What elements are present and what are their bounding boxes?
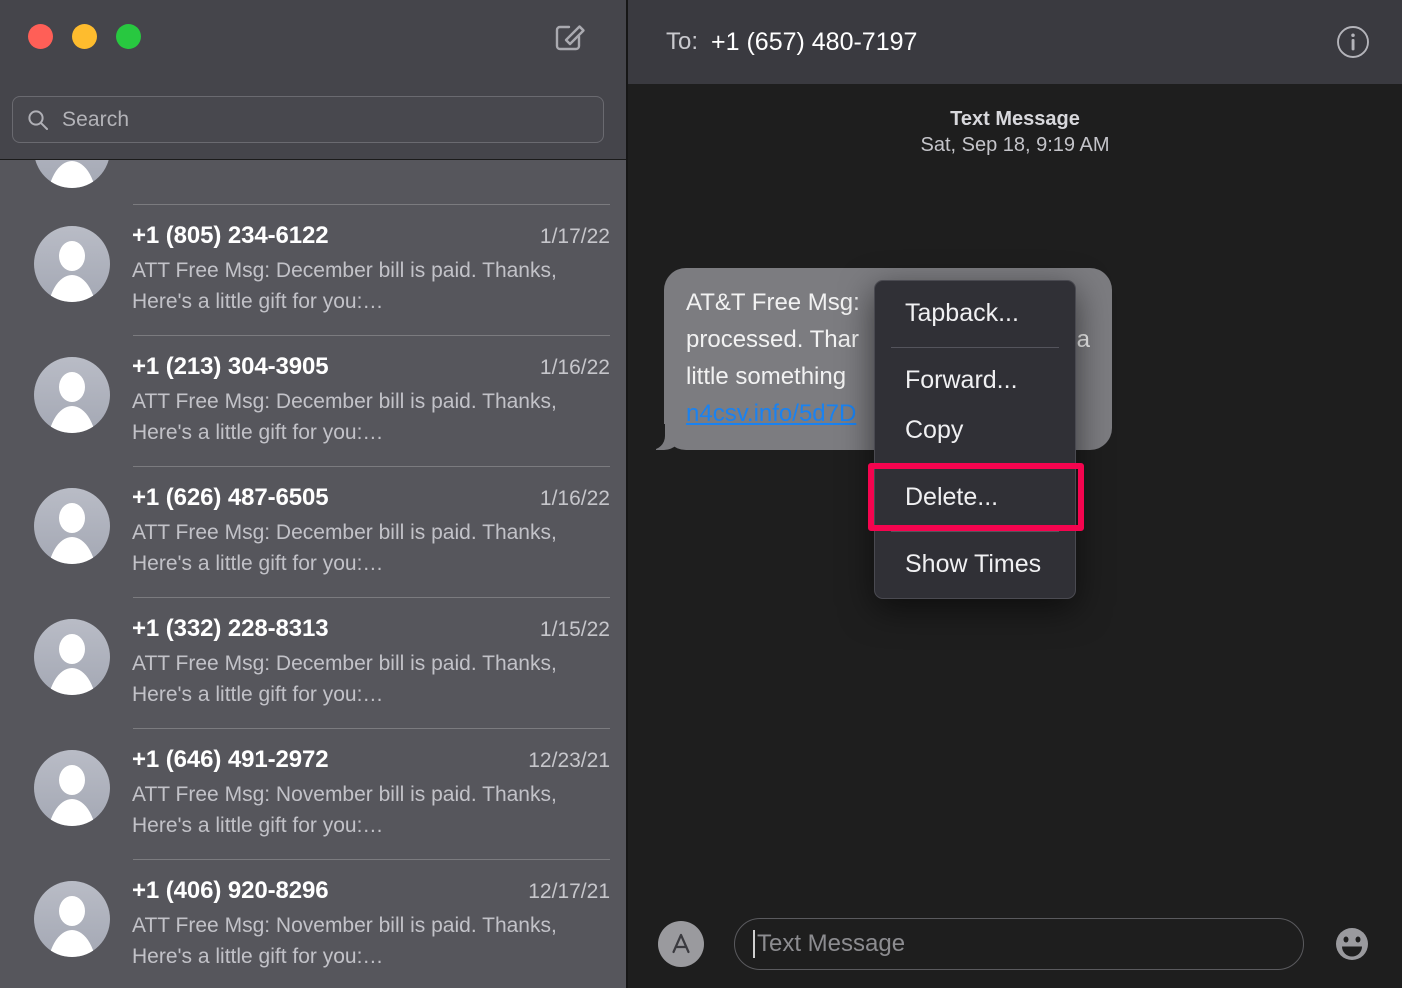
row-separator (133, 204, 610, 205)
avatar (34, 750, 110, 826)
bubble-tail (656, 424, 682, 450)
avatar (34, 160, 110, 188)
conversation-list[interactable]: +1 (805) 234-6122 1/17/22 ATT Free Msg: … (0, 160, 626, 988)
conversation-date: 1/15/22 (530, 618, 610, 642)
row-separator (133, 728, 610, 729)
menu-item-copy[interactable]: Copy (875, 406, 1075, 456)
message-input-placeholder: Text Message (757, 930, 905, 958)
recipient-value[interactable]: +1 (657) 480-7197 (711, 28, 917, 57)
menu-separator (891, 347, 1059, 348)
contact-name: +1 (805) 234-6122 (132, 222, 328, 250)
message-preview: ATT Free Msg: December bill is paid. Tha… (132, 255, 610, 317)
avatar (34, 619, 110, 695)
list-item[interactable]: +1 (406) 920-8296 12/17/21 ATT Free Msg:… (0, 859, 626, 988)
message-preview: ATT Free Msg: December bill is paid. Tha… (132, 517, 610, 579)
list-item[interactable]: +1 (626) 487-6505 1/16/22 ATT Free Msg: … (0, 466, 626, 597)
minimize-window-button[interactable] (72, 24, 97, 49)
conversation-date: 1/16/22 (530, 356, 610, 380)
message-input[interactable]: Text Message (734, 918, 1304, 970)
message-thread-pane: To: +1 (657) 480-7197 Text Message Sat, … (628, 0, 1402, 988)
to-label: To: (666, 28, 698, 56)
conversation-date: 1/17/22 (530, 225, 610, 249)
conversation-date: 12/23/21 (518, 749, 610, 773)
list-item-partial[interactable] (0, 160, 626, 204)
avatar (34, 357, 110, 433)
context-menu[interactable]: Tapback... Forward... Copy Delete... Sho… (874, 280, 1076, 599)
contact-name: +1 (332) 228-8313 (132, 615, 328, 643)
window-traffic-lights (28, 24, 141, 49)
menu-item-tapback[interactable]: Tapback... (875, 289, 1075, 339)
search-icon (27, 109, 49, 131)
avatar (34, 881, 110, 957)
contact-name: +1 (406) 920-8296 (132, 877, 328, 905)
messages-window: Search +1 (805) 234-6122 1/17/2 (0, 0, 1402, 988)
menu-item-show-times[interactable]: Show Times (875, 540, 1075, 590)
row-separator (133, 859, 610, 860)
compose-icon (553, 19, 587, 53)
contact-name: +1 (646) 491-2972 (132, 746, 328, 774)
thread-body: Text Message Sat, Sep 18, 9:19 AM AT&T F… (628, 84, 1402, 900)
list-item[interactable]: +1 (332) 228-8313 1/15/22 ATT Free Msg: … (0, 597, 626, 728)
menu-item-delete[interactable]: Delete... (875, 473, 1075, 523)
smiley-icon (1331, 923, 1373, 965)
contact-name: +1 (626) 487-6505 (132, 484, 328, 512)
sidebar-header: Search (0, 0, 626, 160)
list-item[interactable]: +1 (805) 234-6122 1/17/22 ATT Free Msg: … (0, 204, 626, 335)
list-item[interactable]: +1 (646) 491-2972 12/23/21 ATT Free Msg:… (0, 728, 626, 859)
thread-service-label: Text Message (628, 106, 1402, 132)
menu-item-forward[interactable]: Forward... (875, 356, 1075, 406)
row-separator (133, 335, 610, 336)
avatar (34, 488, 110, 564)
message-line-2: processed. Thar (686, 326, 859, 353)
thread-header: To: +1 (657) 480-7197 (628, 0, 1402, 84)
menu-separator (891, 531, 1059, 532)
list-item[interactable]: +1 (213) 304-3905 1/16/22 ATT Free Msg: … (0, 335, 626, 466)
appstore-icon (666, 929, 696, 959)
message-composer: Text Message (628, 900, 1402, 988)
compose-message-button[interactable] (546, 12, 594, 60)
menu-separator (891, 464, 1059, 465)
conversations-sidebar: Search +1 (805) 234-6122 1/17/2 (0, 0, 628, 988)
message-preview: ATT Free Msg: December bill is paid. Tha… (132, 386, 610, 448)
search-placeholder: Search (62, 108, 129, 132)
conversation-date: 12/17/21 (518, 880, 610, 904)
avatar (34, 226, 110, 302)
row-separator (133, 466, 610, 467)
message-preview: ATT Free Msg: November bill is paid. Tha… (132, 910, 610, 972)
thread-datetime: Sat, Sep 18, 9:19 AM (628, 132, 1402, 158)
maximize-window-button[interactable] (116, 24, 141, 49)
message-preview: ATT Free Msg: December bill is paid. Tha… (132, 648, 610, 710)
conversation-info-button[interactable] (1330, 19, 1376, 65)
appstore-button[interactable] (658, 921, 704, 967)
text-caret (753, 930, 755, 958)
close-window-button[interactable] (28, 24, 53, 49)
thread-timestamp: Text Message Sat, Sep 18, 9:19 AM (628, 106, 1402, 158)
conversation-date: 1/16/22 (530, 487, 610, 511)
message-line-2-tail: a (1077, 321, 1090, 358)
search-field[interactable]: Search (12, 96, 604, 143)
info-icon (1334, 23, 1372, 61)
emoji-picker-button[interactable] (1328, 920, 1376, 968)
row-separator (133, 597, 610, 598)
message-preview: ATT Free Msg: November bill is paid. Tha… (132, 779, 610, 841)
contact-name: +1 (213) 304-3905 (132, 353, 328, 381)
